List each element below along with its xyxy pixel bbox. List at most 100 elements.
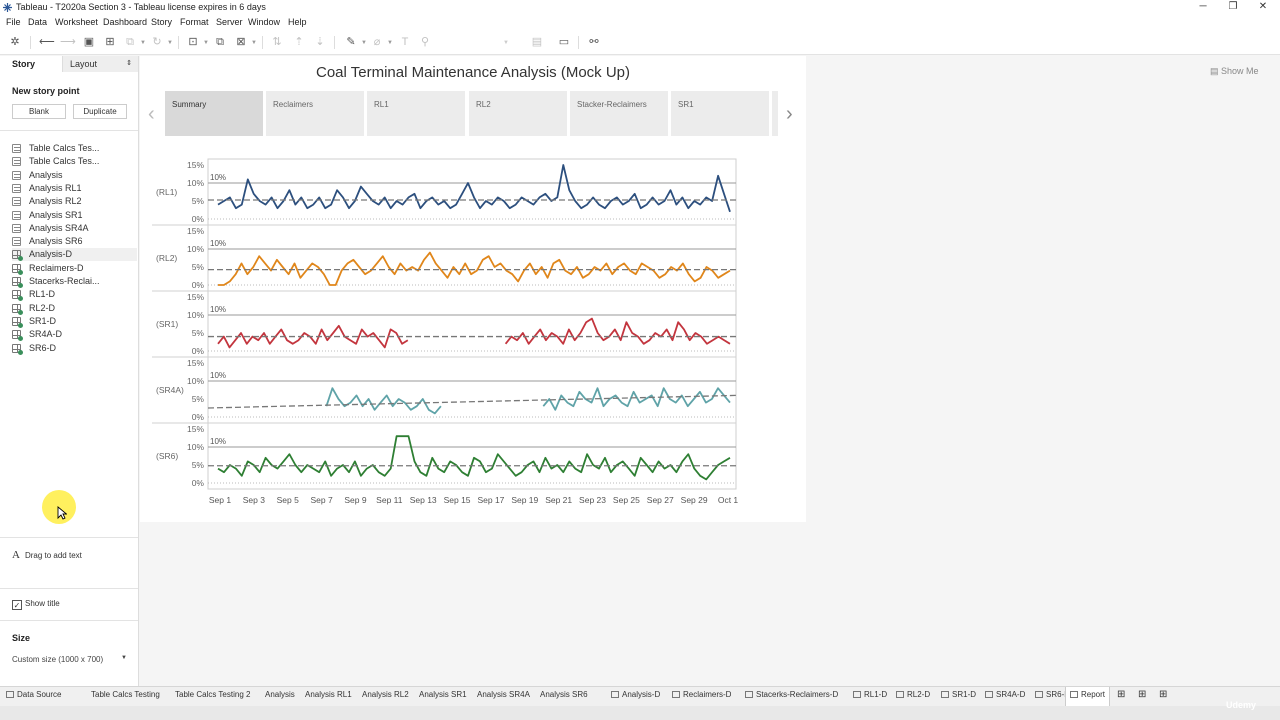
sheet-list-item[interactable]: Analysis RL1 bbox=[12, 182, 137, 195]
dropdown-caret-icon[interactable]: ▼ bbox=[121, 655, 127, 661]
new-story-tab-icon[interactable]: ⊞ bbox=[1159, 689, 1167, 700]
show-title-checkbox[interactable]: ✓ Show title bbox=[12, 599, 60, 610]
presentation-mode-icon[interactable]: ▭ bbox=[557, 35, 571, 49]
sheet-tab[interactable]: Analysis SR4A bbox=[477, 690, 530, 699]
sheet-list-item[interactable]: RL1-D bbox=[12, 288, 137, 302]
share-icon[interactable]: ⚯ bbox=[587, 35, 601, 49]
sheet-list-item[interactable]: Analysis RL2 bbox=[12, 195, 137, 208]
dropdown-caret-icon[interactable]: ▼ bbox=[167, 40, 173, 46]
blank-button[interactable]: Blank bbox=[12, 104, 66, 119]
new-data-source-icon[interactable]: ⊞ bbox=[103, 35, 117, 49]
sheet-tab[interactable]: Analysis RL1 bbox=[305, 690, 352, 699]
sheet-list-item[interactable]: Stacerks-Reclai... bbox=[12, 275, 137, 288]
menu-format[interactable]: Format bbox=[180, 17, 209, 27]
sheet-tab[interactable]: Analysis bbox=[265, 690, 295, 699]
show-mark-labels-icon[interactable]: T bbox=[398, 35, 412, 49]
sheet-tab[interactable]: RL1-D bbox=[853, 690, 887, 699]
dropdown-caret-icon[interactable]: ▼ bbox=[251, 40, 257, 46]
sheet-list-item[interactable]: SR6-D bbox=[12, 342, 137, 355]
new-worksheet-tab-icon[interactable]: ⊞ bbox=[1117, 689, 1125, 700]
sheet-tab[interactable]: Analysis RL2 bbox=[362, 690, 409, 699]
maintenance-chart[interactable]: 0% 5% 10% 15% 10% (RL1) 0% 5% 10% 15% 10% (RL2) 0% 5%… bbox=[140, 151, 806, 511]
sheet-list-item[interactable]: SR1-D bbox=[12, 315, 137, 328]
group-members-icon[interactable]: ⌀ bbox=[370, 35, 384, 49]
menu-data[interactable]: Data bbox=[28, 17, 47, 27]
sheet-tab[interactable]: Report bbox=[1065, 687, 1111, 707]
story-point-reclaimers[interactable]: Reclaimers bbox=[266, 91, 364, 136]
story-title[interactable]: Coal Terminal Maintenance Analysis (Mock… bbox=[140, 64, 806, 81]
sheet-list-item[interactable]: RL2-D bbox=[12, 302, 137, 315]
dropdown-caret-icon[interactable]: ▼ bbox=[387, 40, 393, 46]
menu-help[interactable]: Help bbox=[288, 17, 307, 27]
story-point-sr1[interactable]: SR1 bbox=[671, 91, 769, 136]
close-button[interactable]: ✕ bbox=[1248, 0, 1278, 15]
previous-story-point-arrow-icon[interactable]: ‹ bbox=[148, 103, 155, 126]
story-point-overflow[interactable] bbox=[772, 91, 778, 136]
sheet-list-item[interactable]: Analysis SR6 bbox=[12, 235, 137, 248]
sheet-tab[interactable]: Table Calcs Testing bbox=[91, 690, 160, 699]
next-story-point-arrow-icon[interactable]: › bbox=[786, 103, 793, 126]
menu-file[interactable]: File bbox=[6, 17, 21, 27]
sheet-list-item[interactable]: Reclaimers-D bbox=[12, 262, 137, 275]
sheet-tab[interactable]: Table Calcs Testing 2 bbox=[175, 690, 250, 699]
sheet-list-item-label: RL2-D bbox=[29, 302, 56, 313]
sheet-list-item[interactable]: Analysis SR4A bbox=[12, 222, 137, 235]
y-tick-label: 5% bbox=[192, 394, 205, 404]
dropdown-caret-icon[interactable]: ▼ bbox=[361, 40, 367, 46]
sheet-tab[interactable]: Analysis SR1 bbox=[419, 690, 467, 699]
sheet-tab[interactable]: Reclaimers-D bbox=[672, 690, 731, 699]
story-point-rl2[interactable]: RL2 bbox=[469, 91, 567, 136]
checkbox-checked-icon[interactable]: ✓ bbox=[12, 600, 22, 610]
sheet-list-item[interactable]: Analysis bbox=[12, 169, 137, 182]
menu-server[interactable]: Server bbox=[216, 17, 243, 27]
sheet-list-item[interactable]: Analysis SR1 bbox=[12, 209, 137, 222]
sheet-tab[interactable]: RL2-D bbox=[896, 690, 930, 699]
sheet-tab[interactable]: Data Source bbox=[6, 690, 61, 699]
sheet-list-item[interactable]: Table Calcs Tes... bbox=[12, 155, 137, 168]
tab-layout[interactable]: Layout ⇕ bbox=[62, 56, 138, 72]
sheet-list-item[interactable]: SR4A-D bbox=[12, 328, 137, 342]
sheet-list-item[interactable]: Table Calcs Tes... bbox=[12, 142, 137, 155]
sheet-tab[interactable]: SR4A-D bbox=[985, 690, 1025, 699]
menu-window[interactable]: Window bbox=[248, 17, 280, 27]
sheet-list-item[interactable]: Analysis-D bbox=[12, 248, 137, 262]
restore-button[interactable]: ❐ bbox=[1218, 0, 1248, 15]
duplicate-button[interactable]: Duplicate bbox=[73, 104, 127, 119]
pause-updates-icon[interactable]: ⧉ bbox=[123, 35, 137, 49]
sheet-tab[interactable]: Analysis SR6 bbox=[540, 690, 588, 699]
redo-icon[interactable]: ⟶ bbox=[60, 35, 76, 49]
sheet-tab[interactable]: SR1-D bbox=[941, 690, 976, 699]
dropdown-caret-icon[interactable]: ▼ bbox=[140, 40, 146, 46]
sort-descending-icon[interactable]: ⇣ bbox=[313, 35, 327, 49]
sheet-tab[interactable]: Analysis-D bbox=[611, 690, 660, 699]
tableau-home-icon[interactable]: ✲ bbox=[8, 35, 22, 49]
undo-icon[interactable]: ⟵ bbox=[39, 35, 55, 49]
clear-sheet-icon[interactable]: ⊠ bbox=[234, 35, 248, 49]
show-cards-icon[interactable]: ▤ bbox=[530, 35, 544, 49]
story-point-summary[interactable]: Summary bbox=[165, 91, 263, 136]
sheet-tab[interactable]: Stacerks-Reclaimers-D bbox=[745, 690, 838, 699]
tab-story[interactable]: Story bbox=[12, 59, 35, 69]
dropdown-caret-icon[interactable]: ▼ bbox=[203, 40, 209, 46]
menu-story[interactable]: Story bbox=[151, 17, 172, 27]
dropdown-caret-icon[interactable]: ▼ bbox=[503, 40, 509, 46]
swap-rows-columns-icon[interactable]: ⇅ bbox=[270, 35, 284, 49]
story-point-stacker-reclaimers[interactable]: Stacker-Reclaimers bbox=[570, 91, 668, 136]
sort-ascending-icon[interactable]: ⇡ bbox=[292, 35, 306, 49]
menu-dashboard[interactable]: Dashboard bbox=[103, 17, 147, 27]
save-icon[interactable]: ▣ bbox=[82, 35, 96, 49]
menu-worksheet[interactable]: Worksheet bbox=[55, 17, 98, 27]
duplicate-sheet-icon[interactable]: ⧉ bbox=[213, 35, 227, 49]
show-me-button[interactable]: ▤ Show Me bbox=[1210, 66, 1259, 77]
size-dropdown[interactable]: Custom size (1000 x 700) bbox=[12, 655, 103, 664]
story-point-rl1[interactable]: RL1 bbox=[367, 91, 465, 136]
plot-frame bbox=[207, 158, 737, 490]
minimize-button[interactable]: ─ bbox=[1188, 0, 1218, 15]
drag-to-add-text[interactable]: A Drag to add text bbox=[12, 549, 82, 561]
new-dashboard-tab-icon[interactable]: ⊞ bbox=[1138, 689, 1146, 700]
new-worksheet-icon[interactable]: ⊡ bbox=[186, 35, 200, 49]
highlight-icon[interactable]: ✎ bbox=[344, 35, 358, 49]
fix-axes-icon[interactable]: ⚲ bbox=[418, 35, 432, 49]
run-update-icon[interactable]: ↻ bbox=[150, 35, 164, 49]
new-story-point-label: New story point bbox=[12, 86, 80, 96]
